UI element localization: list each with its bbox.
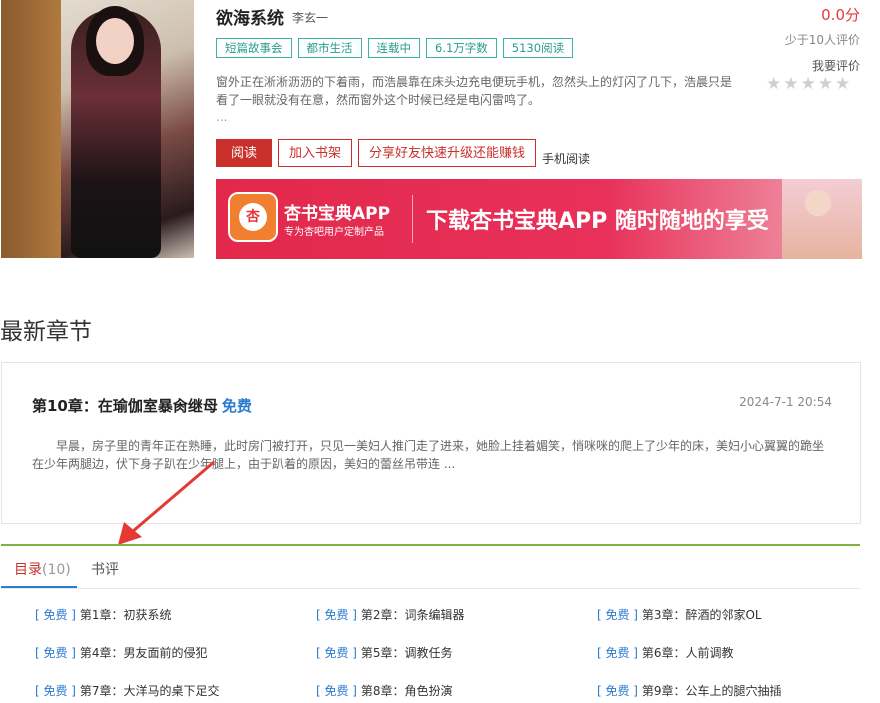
free-tag: [ 免费 ]	[597, 608, 638, 622]
toc-item-4[interactable]: [ 免费 ] 第4章：男友面前的侵犯	[35, 644, 207, 661]
toc-item-8[interactable]: [ 免费 ] 第8章：角色扮演	[316, 682, 452, 699]
tab-bar: 目录(10) 书评	[1, 546, 860, 589]
free-tag: [ 免费 ]	[316, 608, 357, 622]
free-label: 免费	[221, 397, 252, 415]
latest-chapter-excerpt: 早晨，房子里的青年正在熟睡，此时房门被打开，只见一美妇人推门走了进来，她脸上挂着…	[32, 439, 825, 471]
tag-word-count: 6.1万字数	[426, 38, 497, 58]
rating-stars[interactable]: ★★★★★	[766, 74, 852, 94]
book-author[interactable]: 李玄一	[292, 9, 328, 26]
free-tag: [ 免费 ]	[597, 684, 638, 698]
free-tag: [ 免费 ]	[35, 608, 76, 622]
tag-genre[interactable]: 都市生活	[297, 38, 362, 58]
app-download-banner[interactable]: 杏 杏书宝典APP 专为杏吧用户定制产品 下载杏书宝典APP 随时随地的享受	[216, 179, 862, 259]
book-description: 窗外正在淅淅沥沥的下着雨，而浩晨靠在床头边充电便玩手机，忽然头上的灯闪了几下，浩…	[216, 75, 733, 107]
latest-chapter-heading: 最新章节	[0, 319, 92, 345]
free-tag: [ 免费 ]	[35, 684, 76, 698]
app-logo-icon: 杏	[228, 192, 278, 242]
latest-chapter-title[interactable]: 第10章：在瑜伽室暴肏继母 免费	[32, 395, 252, 416]
tab-catalog-count: (10)	[42, 562, 71, 578]
book-tags: 短篇故事会 都市生活 连载中 6.1万字数 5130阅读	[216, 38, 574, 58]
banner-slogan: 下载杏书宝典APP 随时随地的享受	[426, 209, 769, 234]
latest-chapter-date: 2024-7-1 20:54	[739, 395, 832, 409]
toc-item-title: 第2章：词条编辑器	[360, 608, 465, 622]
rate-link[interactable]: 我要评价	[812, 57, 860, 74]
free-tag: [ 免费 ]	[316, 684, 357, 698]
toc-item-7[interactable]: [ 免费 ] 第7章：大洋马的桌下足交	[35, 682, 219, 699]
toc-item-title: 第3章：醉酒的邻家OL	[641, 608, 762, 622]
active-tab-indicator	[1, 586, 77, 588]
cover-background	[1, 0, 61, 258]
app-logo-char: 杏	[239, 203, 267, 231]
tag-category[interactable]: 短篇故事会	[216, 38, 292, 58]
toc-item-1[interactable]: [ 免费 ] 第1章：初获系统	[35, 606, 171, 623]
banner-divider	[412, 195, 413, 243]
toc-item-title: 第6章：人前调教	[641, 646, 734, 660]
free-tag: [ 免费 ]	[35, 646, 76, 660]
book-title: 欲海系统	[216, 9, 284, 29]
tab-reviews[interactable]: 书评	[91, 559, 119, 579]
catalog-panel: 目录(10) 书评 [ 免费 ] 第1章：初获系统 [ 免费 ] 第2章：词条编…	[1, 544, 860, 703]
read-button[interactable]: 阅读	[216, 139, 273, 167]
toc-item-title: 第1章：初获系统	[79, 608, 172, 622]
add-to-shelf-button[interactable]: 加入书架	[278, 139, 353, 167]
rating-count: 少于10人评价	[784, 33, 860, 47]
book-cover-image[interactable]	[1, 0, 194, 258]
banner-photo	[782, 179, 862, 259]
toc-item-title: 第8章：角色扮演	[360, 684, 453, 698]
toc-item-title: 第7章：大洋马的桌下足交	[79, 684, 220, 698]
app-subtitle: 专为杏吧用户定制产品	[284, 227, 384, 238]
description-ellipsis: ...	[216, 110, 228, 124]
latest-chapter-card: 第10章：在瑜伽室暴肏继母 免费 2024-7-1 20:54 早晨，房子里的青年…	[1, 362, 861, 524]
tab-catalog-label: 目录	[14, 562, 42, 578]
tag-read-count: 5130阅读	[502, 38, 574, 58]
app-name: 杏书宝典APP	[284, 204, 391, 224]
free-tag: [ 免费 ]	[316, 646, 357, 660]
action-bar: 阅读 加入书架 分享好友快速升级还能赚钱 手机阅读	[216, 139, 590, 167]
toc-item-title: 第4章：男友面前的侵犯	[79, 646, 208, 660]
tab-catalog[interactable]: 目录(10)	[14, 559, 71, 579]
tag-status: 连载中	[367, 38, 420, 58]
toc-item-3[interactable]: [ 免费 ] 第3章：醉酒的邻家OL	[597, 606, 762, 623]
cover-face	[96, 18, 134, 64]
toc-item-9[interactable]: [ 免费 ] 第9章：公车上的腿穴抽插	[597, 682, 781, 699]
toc-item-title: 第5章：调教任务	[360, 646, 453, 660]
mobile-read-link[interactable]: 手机阅读	[542, 150, 590, 167]
book-score: 0.0分	[821, 6, 860, 24]
toc-item-2[interactable]: [ 免费 ] 第2章：词条编辑器	[316, 606, 464, 623]
toc-item-5[interactable]: [ 免费 ] 第5章：调教任务	[316, 644, 452, 661]
latest-chapter-name[interactable]: 第10章：在瑜伽室暴肏继母	[32, 397, 218, 415]
share-button[interactable]: 分享好友快速升级还能赚钱	[358, 139, 537, 167]
free-tag: [ 免费 ]	[597, 646, 638, 660]
toc-item-6[interactable]: [ 免费 ] 第6章：人前调教	[597, 644, 733, 661]
toc-item-title: 第9章：公车上的腿穴抽插	[641, 684, 782, 698]
